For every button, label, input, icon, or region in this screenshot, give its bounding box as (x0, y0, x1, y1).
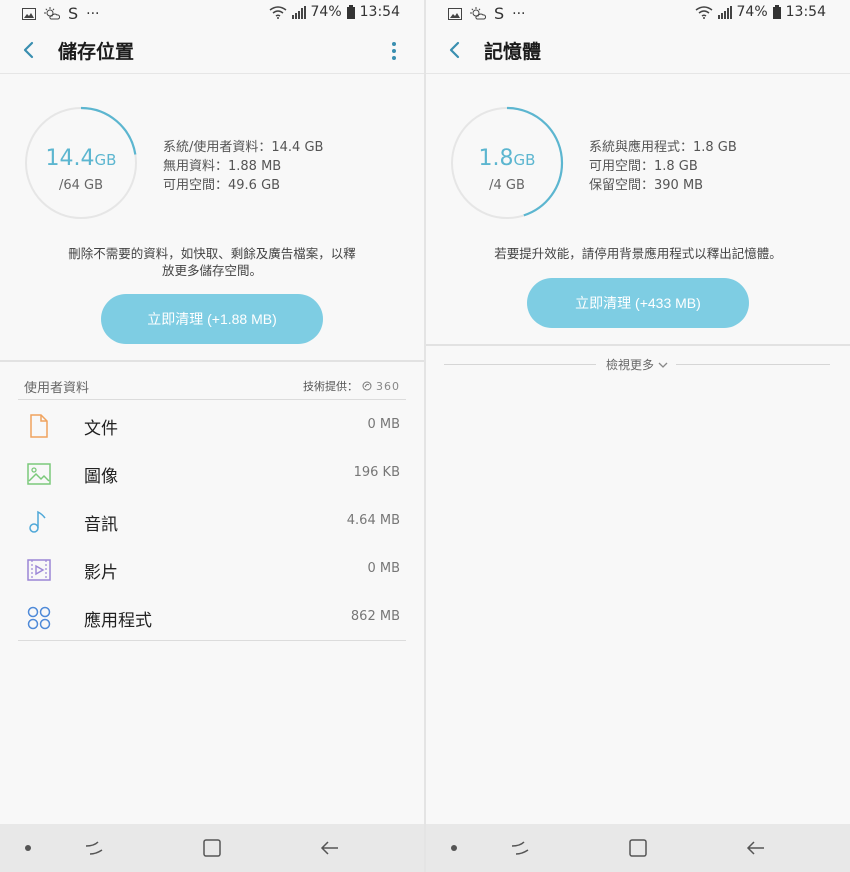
list-item-audio[interactable]: 音訊 4.64 MB (18, 497, 406, 545)
nav-dot-icon[interactable] (18, 838, 38, 858)
list-item-label: 圖像 (84, 467, 118, 487)
list-item-size: 196 KB (353, 465, 400, 480)
list-item-documents[interactable]: 文件 0 MB (18, 401, 406, 449)
status-bar: S ··· 74% 13:54 (426, 0, 850, 26)
storage-hint-line2: 放更多儲存空間。 (161, 263, 262, 278)
provider-logo-text: 360 (376, 379, 400, 393)
home-icon[interactable] (202, 838, 222, 858)
nav-dot-icon[interactable] (444, 838, 464, 858)
list-item-label: 文件 (84, 419, 118, 439)
list-item-size: 4.64 MB (346, 513, 400, 528)
clock: 13:54 (359, 4, 400, 20)
list-item-size: 0 MB (367, 417, 400, 432)
storage-info-junk: 無用資料：1.88 MB (163, 159, 282, 174)
list-bottom-separator (18, 640, 406, 641)
wifi-icon (269, 5, 286, 19)
back-arrow-icon[interactable] (18, 38, 40, 62)
provider-label: 技術提供： (303, 380, 358, 393)
storage-total: /64 GB (58, 178, 104, 193)
overflow-notification-icon: ··· (86, 5, 100, 22)
overflow-notification-icon: ··· (512, 5, 526, 22)
memory-screen: S ··· 74% 13:54 記憶體 1.8GB /4 GB 系統與應用程式：… (426, 0, 850, 872)
list-item-label: 音訊 (84, 515, 118, 535)
page-title: 儲存位置 (58, 41, 135, 63)
recent-apps-icon[interactable] (84, 838, 104, 858)
navigation-bar (426, 824, 850, 872)
battery-icon (346, 5, 355, 19)
memory-info: 系統與應用程式：1.8 GB 可用空間：1.8 GB 保留空間：390 MB (589, 138, 737, 195)
memory-info-free: 可用空間：1.8 GB (589, 159, 698, 174)
memory-info-reserved: 保留空間：390 MB (589, 178, 704, 193)
gallery-notification-icon (448, 7, 462, 20)
view-more-line-right (676, 364, 830, 365)
video-icon (27, 559, 51, 581)
list-item-images[interactable]: 圖像 196 KB (18, 449, 406, 497)
navigation-bar (0, 824, 424, 872)
clock: 13:54 (785, 4, 826, 20)
signal-icon (717, 5, 732, 19)
battery-percent: 74% (736, 4, 768, 20)
s-notification-icon: S (494, 4, 505, 23)
memory-used-unit: GB (513, 151, 536, 169)
list-item-size: 862 MB (350, 609, 400, 624)
status-bar: S ··· 74% 13:54 (0, 0, 424, 26)
weather-notification-icon (44, 6, 60, 19)
memory-info-system: 系統與應用程式：1.8 GB (589, 140, 737, 155)
storage-info-system: 系統/使用者資料：14.4 GB (163, 140, 324, 155)
list-item-apps[interactable]: 應用程式 862 MB (18, 593, 406, 641)
back-nav-icon[interactable] (746, 838, 766, 858)
provider-logo-icon (362, 381, 372, 391)
recent-apps-icon[interactable] (510, 838, 530, 858)
wifi-icon (695, 5, 712, 19)
home-icon[interactable] (628, 838, 648, 858)
more-options-icon[interactable] (390, 40, 398, 62)
music-note-icon (29, 510, 46, 533)
storage-hint-line1: 刪除不需要的資料，如快取、剩餘及廣告檔案，以釋 (68, 246, 356, 261)
back-nav-icon[interactable] (320, 838, 340, 858)
battery-percent: 74% (310, 4, 342, 20)
chevron-down-icon (658, 362, 668, 368)
storage-usage-ring: 14.4GB /64 GB (24, 106, 138, 220)
section-title: 使用者資料 (24, 381, 90, 396)
image-icon (27, 463, 51, 485)
storage-info-free: 可用空間：49.6 GB (163, 178, 281, 193)
view-more-label: 檢視更多 (606, 358, 655, 372)
battery-icon (772, 5, 781, 19)
clean-now-button[interactable]: 立即清理 (+1.88 MB) (101, 294, 323, 344)
memory-usage-ring: 1.8GB /4 GB (450, 106, 564, 220)
apps-icon (27, 606, 51, 630)
provider-credit: 技術提供： 360 (303, 378, 400, 394)
storage-info: 系統/使用者資料：14.4 GB 無用資料：1.88 MB 可用空間：49.6 … (163, 138, 323, 195)
list-item-size: 0 MB (367, 561, 400, 576)
view-more-toggle[interactable]: 檢視更多 (606, 356, 668, 373)
storage-hint: 刪除不需要的資料，如快取、剩餘及廣告檔案，以釋 放更多儲存空間。 (0, 245, 424, 279)
memory-hint: 若要提升效能，請停用背景應用程式以釋出記憶體。 (494, 246, 782, 261)
memory-total: /4 GB (489, 178, 525, 193)
signal-icon (291, 5, 306, 19)
view-more-line-left (444, 364, 596, 365)
list-item-videos[interactable]: 影片 0 MB (18, 545, 406, 593)
section-divider (426, 344, 850, 346)
list-item-label: 影片 (84, 563, 118, 583)
page-title: 記憶體 (484, 41, 542, 63)
storage-used-value: 14.4 (45, 146, 95, 171)
document-icon (30, 414, 48, 438)
s-notification-icon: S (68, 4, 79, 23)
storage-screen: S ··· 74% 13:54 儲存位置 14.4GB /64 GB 系統/使用… (0, 0, 424, 872)
list-top-separator (18, 399, 406, 400)
gallery-notification-icon (22, 7, 36, 20)
weather-notification-icon (470, 6, 486, 19)
memory-used-value: 1.8 (478, 146, 514, 171)
app-bar: 記憶體 (426, 26, 850, 74)
back-arrow-icon[interactable] (444, 38, 466, 62)
section-divider (0, 360, 424, 362)
list-item-label: 應用程式 (84, 611, 152, 631)
app-bar: 儲存位置 (0, 26, 424, 74)
clean-now-button[interactable]: 立即清理 (+433 MB) (527, 278, 749, 328)
storage-used-unit: GB (94, 151, 117, 169)
